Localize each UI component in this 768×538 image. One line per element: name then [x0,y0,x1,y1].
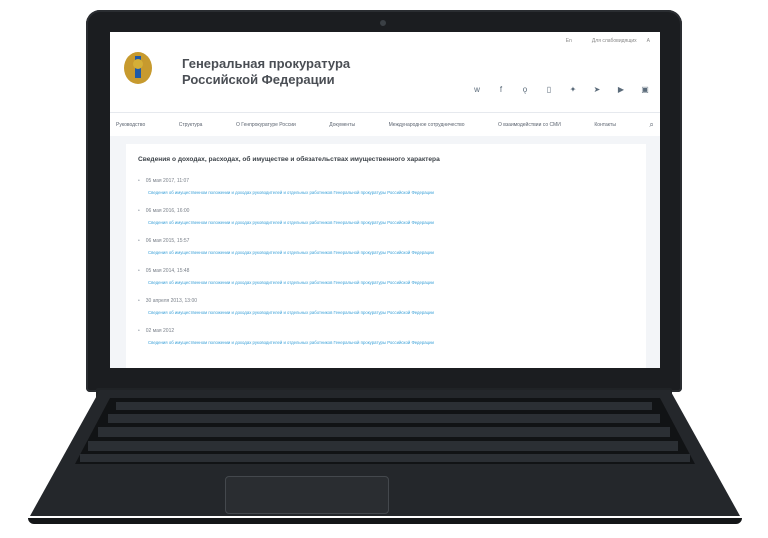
entry-date: 06 мая 2015, 15:57 [138,238,190,244]
laptop-screen: Генеральная прокуратура Российской Федер… [110,32,660,368]
site-title[interactable]: Генеральная прокуратура Российской Федер… [182,56,412,88]
entry-link[interactable]: Сведения об имущественном положении и до… [148,310,434,315]
list-item: 05 мая 2014, 15:48 Сведения об имуществе… [138,268,638,298]
entry-date: 05 мая 2017, 11:07 [138,178,189,184]
webcam [380,20,386,26]
entry-link[interactable]: Сведения об имущественном положении и до… [148,250,434,255]
laptop-base-edge [28,518,742,524]
entry-link[interactable]: Сведения об имущественном положении и до… [148,280,434,285]
nav-item-documents[interactable]: Документы [329,122,355,128]
list-item: 30 апреля 2013, 13:00 Сведения об имущес… [138,298,638,328]
entry-link[interactable]: Сведения об имущественном положении и до… [148,220,434,225]
mail-icon[interactable]: ▣ [640,84,650,94]
entry-link[interactable]: Сведения об имущественном положении и до… [148,190,434,195]
twitter-icon[interactable]: ✦ [568,84,578,94]
odnoklassniki-icon[interactable]: ǫ [520,84,530,94]
entry-date: 02 мая 2012 [138,328,174,334]
search-icon[interactable]: ⌕ [649,120,653,130]
list-item: 06 мая 2016, 16:00 Сведения об имуществе… [138,208,638,238]
instagram-icon[interactable]: ▯ [544,84,554,94]
touchpad [225,476,389,514]
emblem-icon [124,52,152,84]
language-link[interactable]: En [566,38,572,44]
list-item: 02 мая 2012 Сведения об имущественном по… [138,328,638,358]
youtube-icon[interactable]: ▶ [616,84,626,94]
entry-date: 30 апреля 2013, 13:00 [138,298,197,304]
list-item: 05 мая 2017, 11:07 Сведения об имуществе… [138,178,638,208]
nav-item-leadership[interactable]: Руководство [116,122,145,128]
page-heading: Сведения о доходах, расходах, об имущест… [138,156,440,163]
facebook-icon[interactable]: f [496,84,506,94]
list-item: 06 мая 2015, 15:57 Сведения об имуществе… [138,238,638,268]
entry-link[interactable]: Сведения об имущественном положении и до… [148,340,434,345]
nav-item-contacts[interactable]: Контакты [594,122,616,128]
nav-item-international[interactable]: Международное сотрудничество [389,122,465,128]
nav-item-about[interactable]: О Генпрокуратуре России [236,122,296,128]
laptop-photo: Генеральная прокуратура Российской Федер… [0,0,768,538]
content-panel: Сведения о доходах, расходах, об имущест… [126,144,646,368]
site-title-line2: Российской Федерации [182,72,335,87]
font-size-link[interactable]: А [647,38,650,44]
nav-item-structure[interactable]: Структура [179,122,203,128]
accessibility-link[interactable]: Для слабовидящих [592,38,637,44]
social-links: w f ǫ ▯ ✦ ➤ ▶ ▣ [472,84,650,94]
top-utilities: En Для слабовидящих А [566,38,650,44]
entry-date: 06 мая 2016, 16:00 [138,208,190,214]
nav-item-media[interactable]: О взаимодействии со СМИ [498,122,561,128]
entry-date: 05 мая 2014, 15:48 [138,268,190,274]
laptop-base [20,390,750,530]
site-header: Генеральная прокуратура Российской Федер… [110,32,660,112]
telegram-icon[interactable]: ➤ [592,84,602,94]
main-nav: Руководство Структура О Генпрокуратуре Р… [110,112,660,136]
site-title-line1: Генеральная прокуратура [182,56,351,71]
vk-icon[interactable]: w [472,84,482,94]
entry-list: 05 мая 2017, 11:07 Сведения об имуществе… [138,178,638,358]
